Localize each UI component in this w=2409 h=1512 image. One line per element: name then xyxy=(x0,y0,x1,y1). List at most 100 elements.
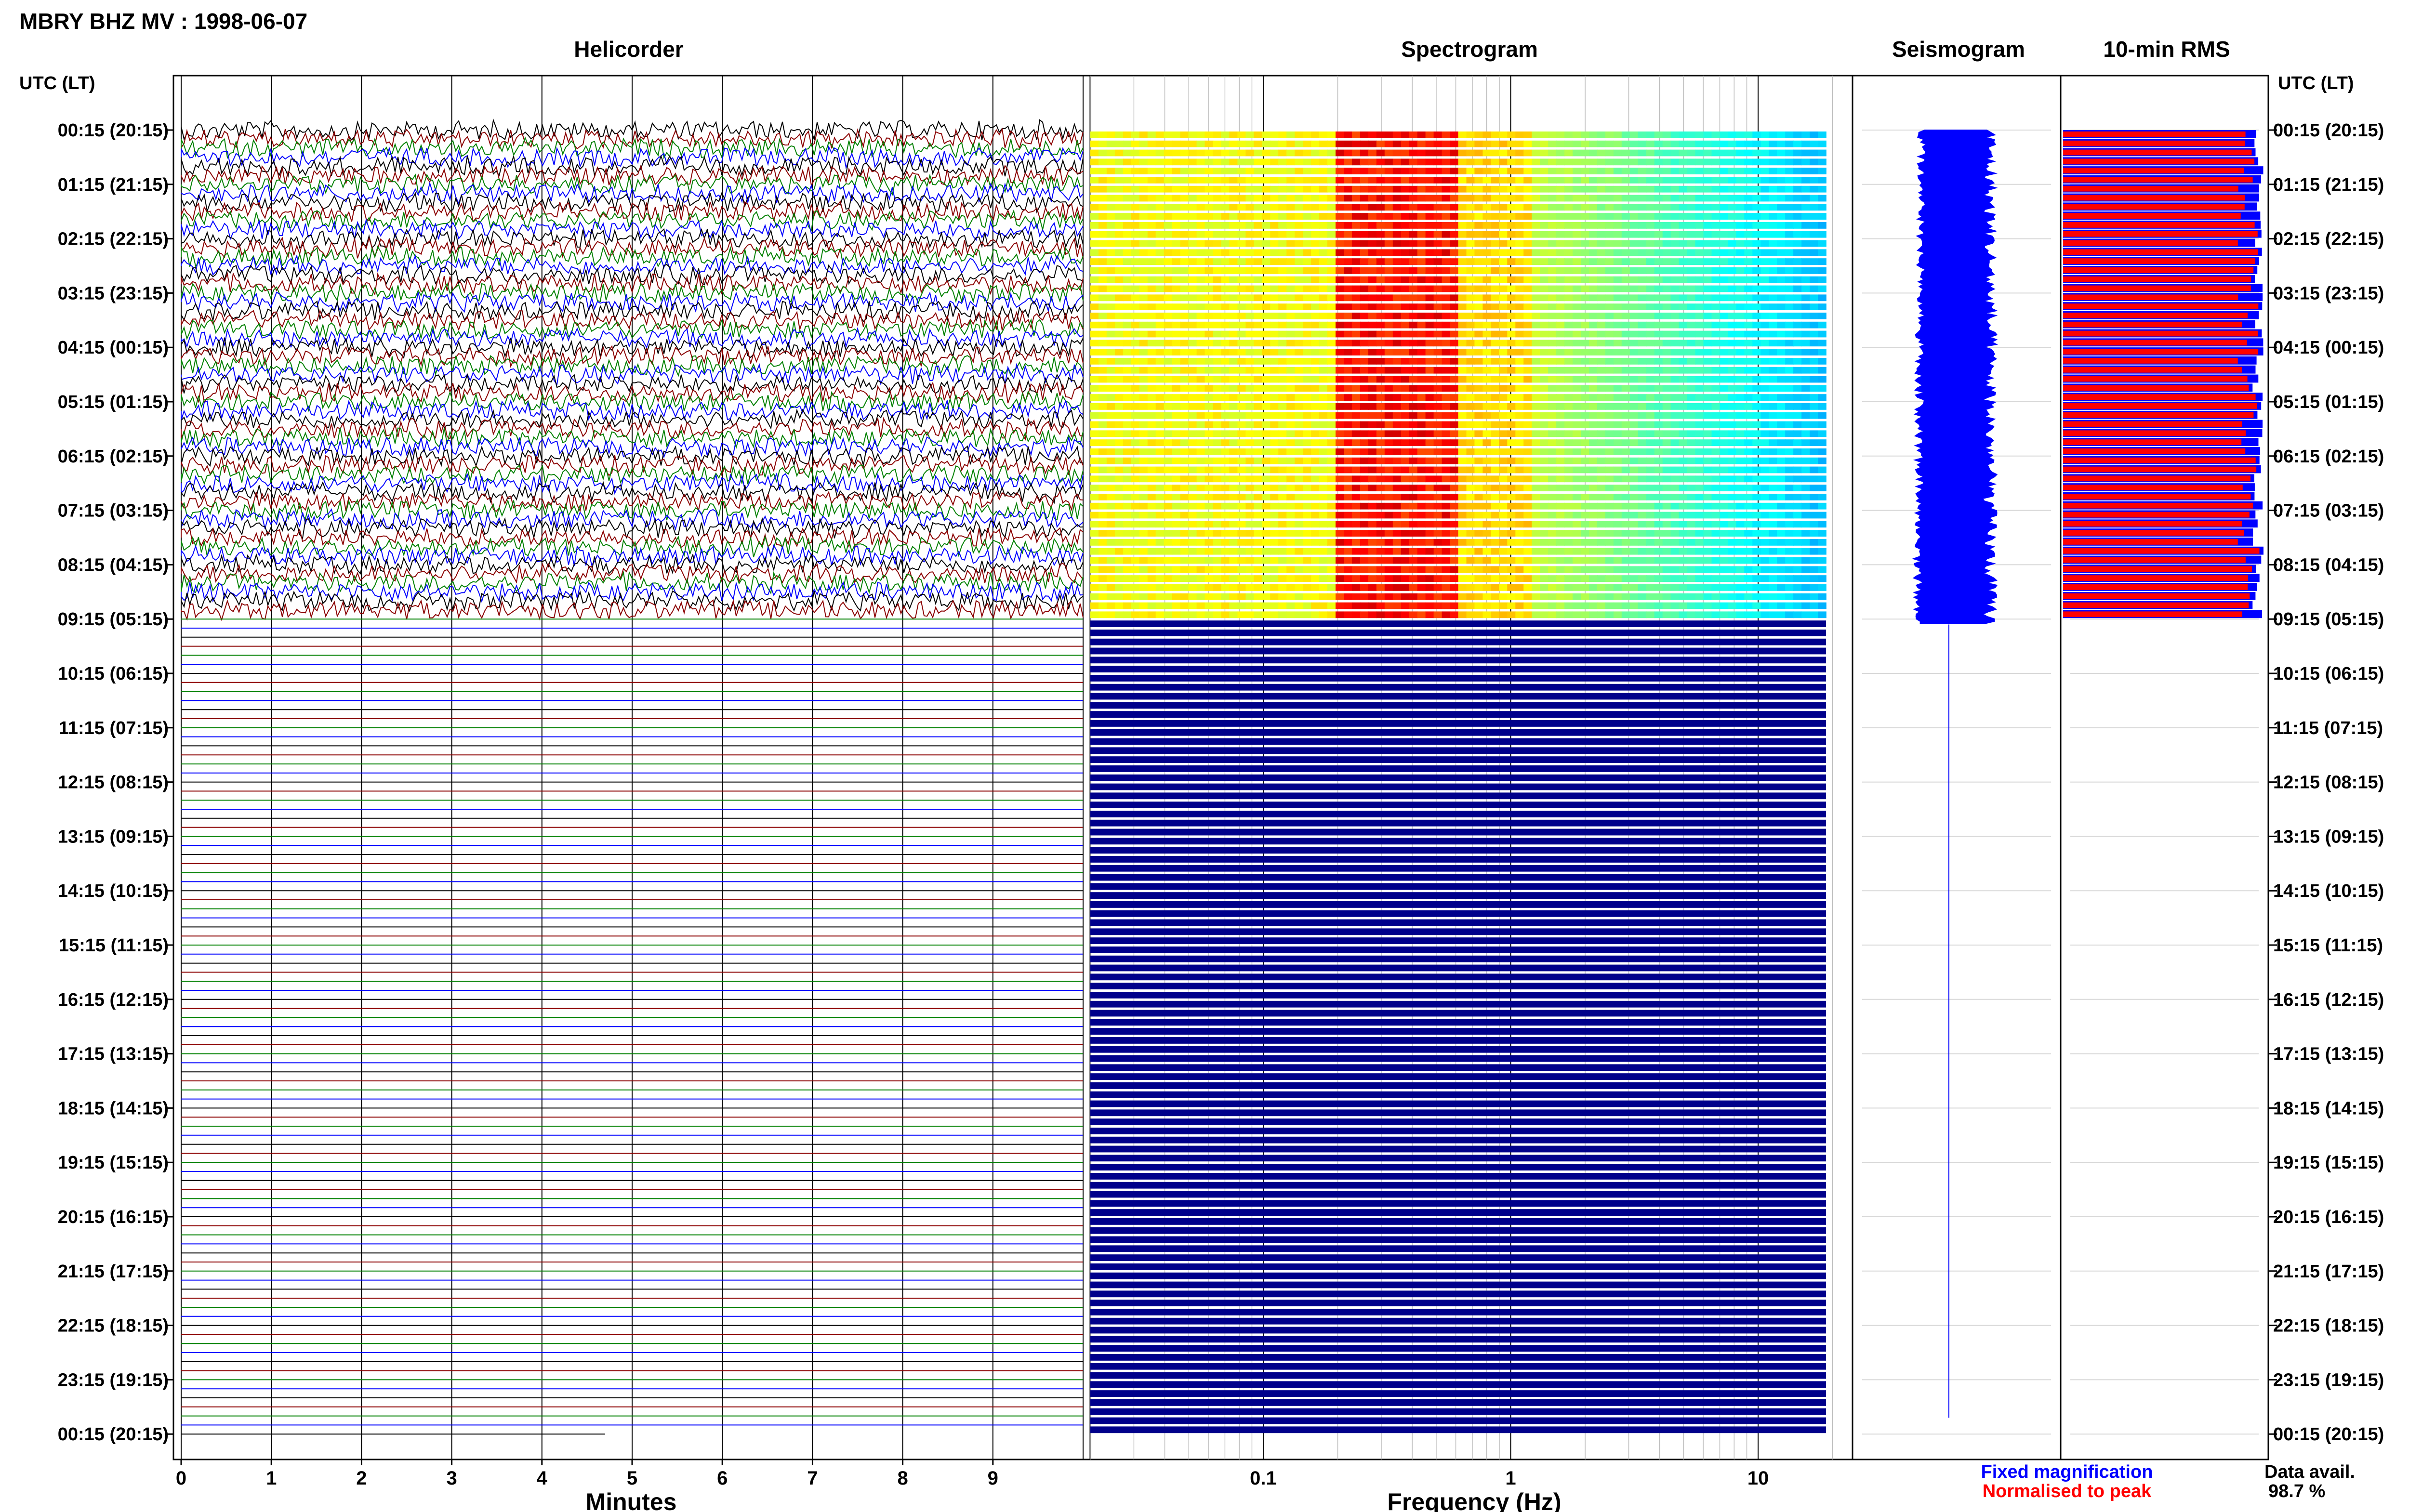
spectrogram-cell xyxy=(1344,539,1352,546)
spectrogram-cell xyxy=(1155,403,1165,410)
spectrogram-cell xyxy=(1662,340,1671,347)
spectrogram-cell xyxy=(1581,358,1589,365)
spectrogram-cell xyxy=(1491,548,1500,555)
spectrogram-cell xyxy=(1245,385,1255,392)
spectrogram-cell xyxy=(1613,494,1622,500)
spectrogram-cell xyxy=(1556,548,1565,555)
spectrogram-cell xyxy=(1425,285,1434,292)
spectrogram-cell xyxy=(1401,195,1410,202)
spectrogram-cell xyxy=(1540,602,1549,609)
spectrogram-cell xyxy=(1433,485,1443,491)
spectrogram-cell xyxy=(1114,466,1124,473)
spectrogram-cell xyxy=(1638,276,1647,283)
spectrogram-cell xyxy=(1262,240,1271,247)
spectrogram-cell xyxy=(1090,195,1099,202)
spectrogram-cell xyxy=(1654,204,1663,211)
spectrogram-cell xyxy=(1090,313,1099,319)
spectrogram-cell xyxy=(1695,367,1704,374)
spectrogram-cell xyxy=(1532,521,1540,528)
spectrogram-cell xyxy=(1303,376,1311,383)
spectrogram-cell xyxy=(1540,530,1549,537)
spectrogram-cell xyxy=(1548,149,1557,157)
spectrogram-cell xyxy=(1311,349,1320,355)
spectrogram-cell xyxy=(1711,394,1721,401)
spectrogram-cell xyxy=(1564,267,1573,274)
spectrogram-cell xyxy=(1532,340,1540,347)
spectrogram-cell xyxy=(1646,602,1655,609)
spectrogram-cell xyxy=(1409,521,1418,528)
spectrogram-cell xyxy=(1114,448,1124,455)
spectrogram-cell xyxy=(1262,213,1271,220)
spectrogram-cell xyxy=(1123,376,1132,383)
spectrogram-cell xyxy=(1687,340,1696,347)
spectrogram-cell xyxy=(1433,539,1443,546)
spectrogram-cell xyxy=(1564,575,1573,582)
spectrogram-cell xyxy=(1196,502,1205,510)
spectrogram-cell xyxy=(1703,448,1712,455)
spectrogram-cell xyxy=(1679,177,1688,184)
spectrogram-cell xyxy=(1180,240,1189,247)
spectrogram-cell xyxy=(1319,385,1328,392)
spectrogram-cell xyxy=(1801,421,1810,428)
spectrogram-cell xyxy=(1139,185,1148,193)
spectrogram-cell xyxy=(1254,149,1263,157)
spectrogram-cell xyxy=(1801,530,1810,537)
spectrogram-cell xyxy=(1433,412,1443,419)
spectrogram-cell xyxy=(1654,258,1663,265)
spectrogram-cell xyxy=(1466,575,1475,582)
spectrogram-cell xyxy=(1515,575,1524,582)
spectrogram-cell xyxy=(1810,376,1818,383)
spectrogram-cell xyxy=(1564,602,1573,609)
spectrogram-cell xyxy=(1131,358,1140,365)
spectrogram-cell xyxy=(1131,521,1140,528)
spectrogram-cell xyxy=(1613,330,1622,338)
spectrogram-cell xyxy=(1384,575,1393,582)
spectrogram-cell xyxy=(1548,602,1557,609)
spectrogram-cell xyxy=(1801,548,1810,555)
spectrogram-cell xyxy=(1515,258,1524,265)
spectrogram-cell xyxy=(1090,367,1099,374)
spectrogram-cell xyxy=(1425,140,1434,147)
spectrogram-cell xyxy=(1147,385,1156,392)
spectrogram-cell xyxy=(1425,403,1434,410)
spectrogram-cell xyxy=(1188,213,1197,220)
spectrogram-cell xyxy=(1336,168,1344,174)
spectrogram-cell xyxy=(1417,539,1426,546)
spectrogram-cell xyxy=(1777,313,1786,319)
spectrogram-cell xyxy=(1090,611,1099,618)
spectrogram-cell xyxy=(1769,258,1777,265)
spectrogram-cell xyxy=(1106,204,1115,211)
spectrogram-cell xyxy=(1417,430,1426,437)
spectrogram-cell xyxy=(1433,185,1443,193)
spectrogram-cell xyxy=(1286,421,1295,428)
spectrogram-cell xyxy=(1499,321,1508,329)
spectrogram-cell xyxy=(1286,240,1295,247)
spectrogram-cell xyxy=(1507,521,1516,528)
spectrogram-cell xyxy=(1106,485,1115,491)
spectrogram-cell xyxy=(1581,575,1589,582)
spectrogram-cell xyxy=(1311,267,1320,274)
spectrogram-cell xyxy=(1654,168,1663,174)
spectrogram-cell xyxy=(1556,358,1565,365)
spectrogram-cell xyxy=(1482,294,1492,302)
spectrogram-cell xyxy=(1507,240,1516,247)
spectrogram-cell xyxy=(1474,303,1483,310)
spectrogram-cell xyxy=(1368,131,1377,138)
spectrogram-cell xyxy=(1336,557,1344,564)
spectrogram-cell xyxy=(1662,385,1671,392)
spectrogram-cell xyxy=(1368,557,1377,564)
spectrogram-cell xyxy=(1793,276,1802,283)
spectrogram-cell xyxy=(1245,303,1255,310)
spectrogram-cell xyxy=(1662,185,1671,193)
spectrogram-cell xyxy=(1392,330,1402,338)
spectrogram-cell xyxy=(1155,430,1165,437)
spectrogram-cell xyxy=(1155,367,1165,374)
spectrogram-cell xyxy=(1777,439,1786,446)
spectrogram-cell xyxy=(1818,593,1827,600)
spectrogram-cell xyxy=(1662,367,1671,374)
spectrogram-cell xyxy=(1147,539,1156,546)
spectrogram-cell xyxy=(1131,249,1140,256)
spectrogram-cell xyxy=(1392,557,1402,564)
spectrogram-cell xyxy=(1654,276,1663,283)
spectrogram-cell xyxy=(1278,430,1287,437)
